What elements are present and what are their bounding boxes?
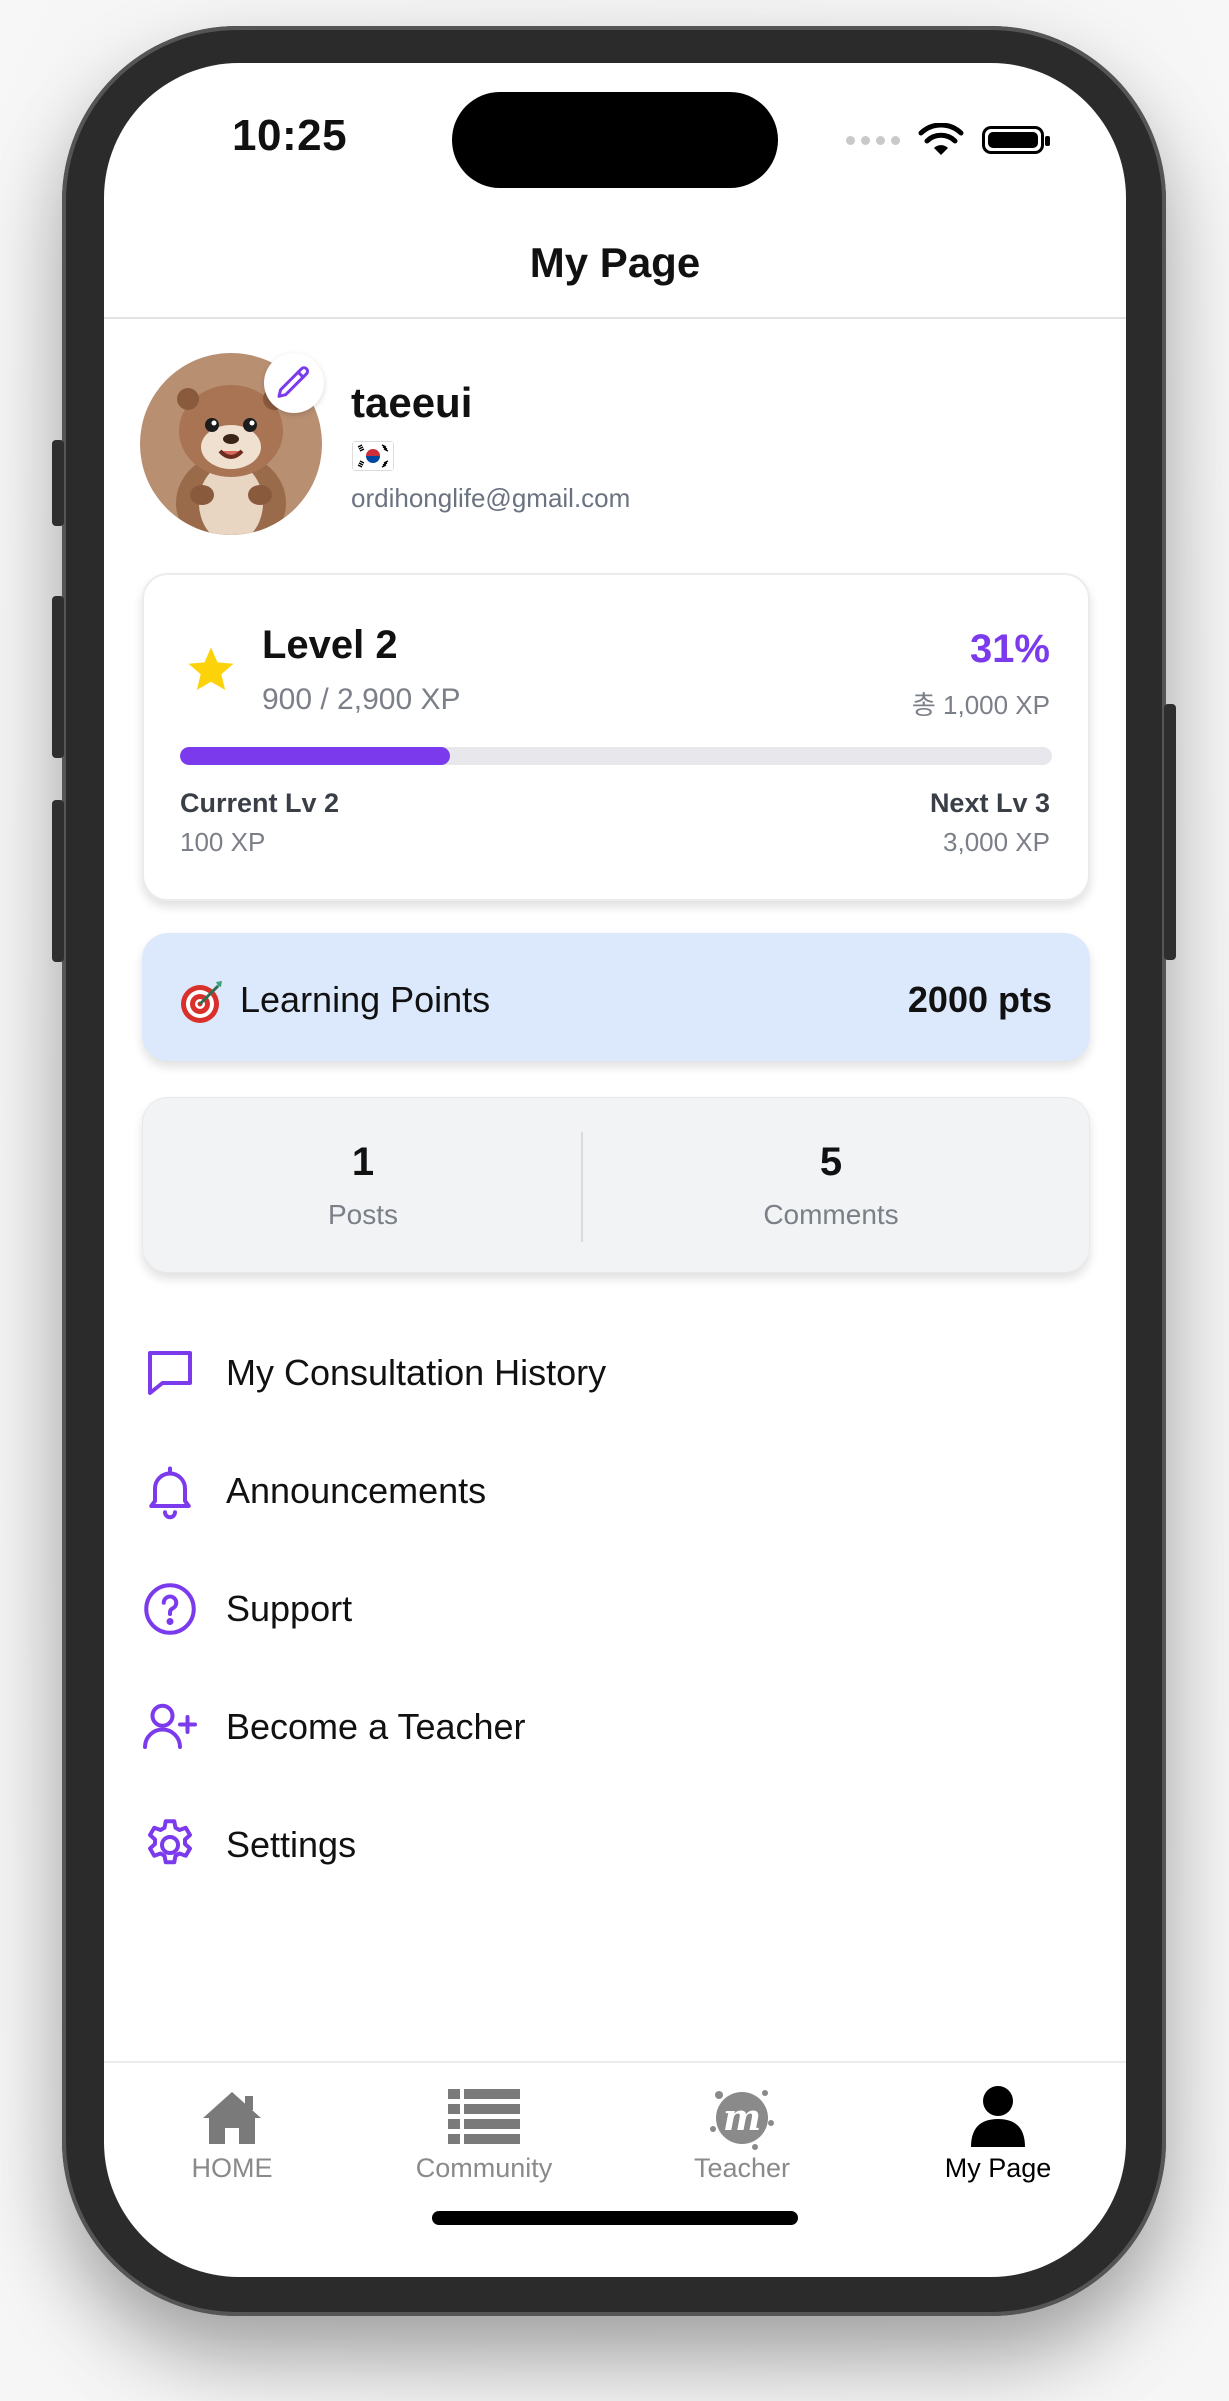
learning-points-card[interactable]: Learning Points 2000 pts [142,933,1090,1061]
posts-label: Posts [327,1199,399,1230]
tab-label: My Page [944,2153,1052,2183]
comments-label: Comments [763,1199,899,1230]
level-title: Level 2 [262,623,398,667]
menu-item-become-teacher[interactable]: Become a Teacher [140,1682,1080,1772]
teacher-logo-icon: m [710,2090,774,2150]
menu-item-label: Support [226,1588,353,1629]
level-card: Level 2 900 / 2,900 XP 31% 총 1,000 XP Cu… [142,573,1090,901]
posts-count: 1 [351,1140,375,1184]
bell-icon [149,1466,191,1520]
pencil-icon [277,366,310,398]
home-icon [203,2092,261,2144]
volume-up-button [52,596,64,758]
person-icon [971,2086,1025,2147]
current-level-label: Current Lv 2 [180,788,340,818]
comments-count: 5 [819,1140,843,1184]
edit-profile-button[interactable] [264,353,324,413]
mute-switch [52,440,64,526]
level-progress-fill [180,747,451,765]
tab-label: Teacher [693,2153,791,2183]
menu-item-label: Settings [226,1824,357,1865]
svg-text:m: m [723,2097,761,2139]
tab-my-page[interactable]: My Page [898,2083,1098,2184]
current-level-xp: 100 XP [180,827,266,857]
posts-stat[interactable]: 1 Posts [143,1140,583,1231]
header-divider [104,317,1126,319]
app-screen: 10:25 My Page taeeui ordihonglife@gmail.… [104,63,1126,2277]
battery-icon [982,126,1050,154]
user-email: ordihonglife@gmail.com [351,483,631,513]
tab-home[interactable]: HOME [132,2083,332,2184]
volume-down-button [52,800,64,962]
status-time: 10:25 [232,111,348,160]
comments-stat[interactable]: 5 Comments [571,1140,1091,1231]
menu-item-label: My Consultation History [226,1352,607,1393]
signal-dots-icon [846,135,900,145]
activity-stats-card: 1 Posts 5 Comments [142,1097,1090,1273]
power-button [1164,704,1176,960]
level-xp: 900 / 2,900 XP [262,683,461,716]
user-plus-icon [143,1703,197,1749]
korea-flag-icon [352,441,394,471]
tab-label: HOME [191,2153,273,2183]
dynamic-island [452,92,778,188]
username: taeeui [351,379,473,426]
tab-label: Community [415,2153,553,2183]
status-indicators [846,123,1050,157]
list-icon [448,2089,520,2144]
gear-icon [148,1819,192,1865]
menu-item-label: Become a Teacher [226,1706,526,1747]
target-dart-icon [181,981,222,1023]
menu-item-support[interactable]: Support [140,1564,1080,1654]
menu-item-label: Announcements [226,1470,487,1511]
tab-community[interactable]: Community [384,2083,584,2184]
next-level-label: Next Lv 3 [929,788,1050,818]
star-icon [188,647,234,691]
tab-bar-divider [104,2061,1126,2063]
home-indicator[interactable] [432,2211,798,2225]
next-level-xp: 3,000 XP [943,827,1050,857]
menu-item-announcements[interactable]: Announcements [140,1446,1080,1536]
tab-teacher[interactable]: m Teacher [642,2083,842,2184]
chat-bubble-icon [148,1351,192,1395]
learning-points-label: Learning Points [240,979,491,1020]
menu-item-consultation-history[interactable]: My Consultation History [140,1328,1080,1418]
total-xp: 총 1,000 XP [911,690,1050,720]
menu-item-settings[interactable]: Settings [140,1800,1080,1890]
avatar-container[interactable] [140,353,324,535]
learning-points-value: 2000 pts [907,979,1052,1020]
level-percent: 31% [969,627,1050,671]
level-progress-bar [180,747,1052,765]
question-circle-icon [144,1583,196,1635]
wifi-icon [918,123,964,155]
page-title: My Page [529,239,701,286]
